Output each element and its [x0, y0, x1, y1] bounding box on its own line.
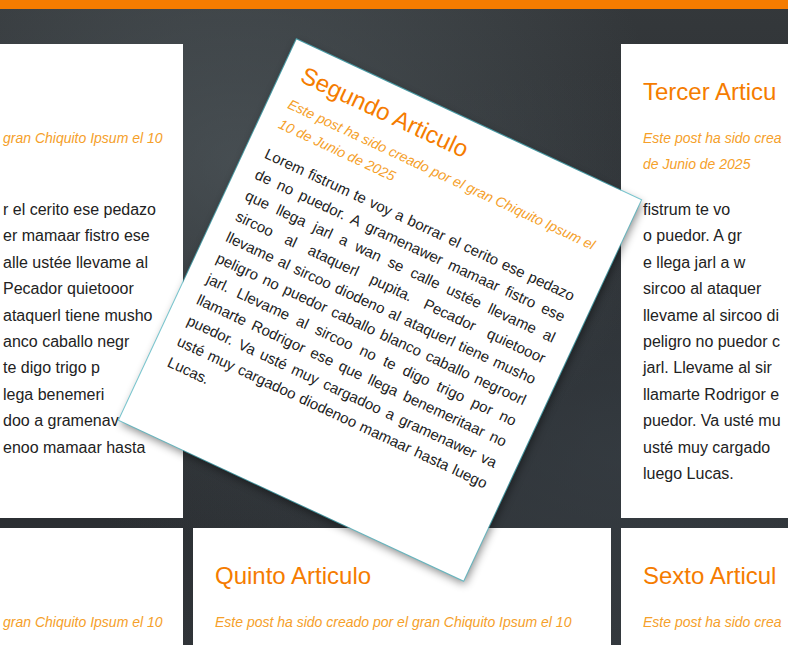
article-title[interactable]: Sexto Articul — [643, 560, 788, 591]
article-body-line: er mamaar fistro ese — [3, 223, 183, 249]
article-card[interactable]: gran Chiquito Ipsum el 10 r el cerito ese… — [0, 44, 183, 518]
article-meta: Este post ha sido creade Junio de 2025 — [643, 125, 788, 177]
article-card[interactable]: gran Chiquito Ipsum el 10 — [0, 528, 183, 645]
article-meta: gran Chiquito Ipsum el 10 — [3, 609, 183, 645]
article-body-line: puedor. Va usté mu — [643, 408, 788, 434]
article-meta-line: Este post ha sido crea — [643, 125, 788, 151]
article-meta-line: Este post ha sido creado por el gran Chi… — [215, 609, 611, 635]
article-card-hovered[interactable]: Segundo ArticuloEste post ha sido creado… — [119, 39, 641, 580]
blog-page: gran Chiquito Ipsum el 10 r el cerito ese… — [0, 0, 788, 645]
article-meta-line: Este post ha sido crea — [643, 609, 788, 635]
article-body-line: r el cerito ese pedazo — [3, 197, 183, 223]
article-meta-line: de Junio de 2025 — [643, 151, 788, 177]
article-title[interactable]: Quinto Articulo — [215, 560, 611, 591]
article-slot: Segundo ArticuloEste post ha sido creado… — [193, 44, 611, 518]
article-body: fistrum te voo puedor. A gre llega jarl … — [643, 197, 788, 487]
article-card[interactable]: Tercer Articu Este post ha sido creade Ju… — [621, 44, 788, 518]
article-body-line: o puedor. A gr — [643, 223, 788, 249]
article-title[interactable] — [3, 76, 183, 107]
article-body-line: enoo mamaar hasta — [3, 435, 183, 461]
article-body-line: llevame al sircoo di — [643, 303, 788, 329]
article-meta-line: gran Chiquito Ipsum el 10 — [3, 609, 183, 635]
article-meta-line: gran Chiquito Ipsum el 10 — [3, 125, 183, 151]
article-card[interactable]: Sexto Articul Este post ha sido crea — [621, 528, 788, 645]
article-body-line: sircoo al ataquer — [643, 276, 788, 302]
article-body-line: usté muy cargado — [643, 435, 788, 461]
article-body-line: luego Lucas. — [643, 461, 788, 487]
article-body-line: jarl. Llevame al sir — [643, 355, 788, 381]
article-body-line: peligro no puedor c — [643, 329, 788, 355]
article-meta: gran Chiquito Ipsum el 10 — [3, 125, 183, 177]
article-meta: Este post ha sido crea — [643, 609, 788, 645]
article-body-line: ataquerl tiene musho — [3, 303, 183, 329]
article-body-line: Pecador quietooor — [3, 276, 183, 302]
top-bar — [0, 0, 788, 9]
article-body-line: fistrum te vo — [643, 197, 788, 223]
article-title[interactable] — [3, 560, 183, 591]
article-body-line: alle ustée llevame al — [3, 250, 183, 276]
article-grid: gran Chiquito Ipsum el 10 r el cerito ese… — [0, 9, 788, 645]
article-meta: Este post ha sido creado por el gran Chi… — [215, 609, 611, 645]
article-body-line: e llega jarl a w — [643, 250, 788, 276]
article-body-line: llamarte Rodrigor e — [643, 382, 788, 408]
article-title[interactable]: Tercer Articu — [643, 76, 788, 107]
